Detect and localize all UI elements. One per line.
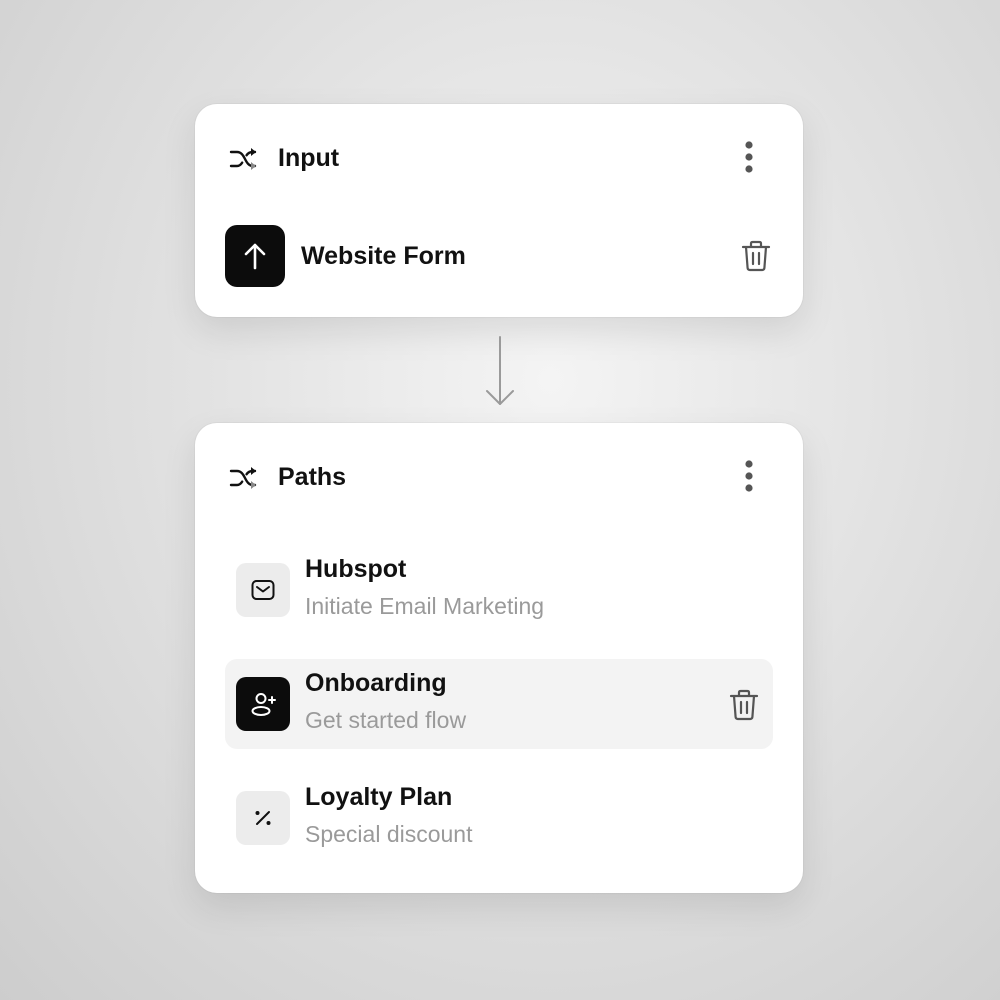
- input-card-title: Input: [278, 144, 340, 172]
- user-add-icon: [251, 693, 276, 716]
- arrow-up-icon: [244, 243, 266, 270]
- source-badge: [225, 225, 285, 287]
- more-options-icon[interactable]: [733, 139, 765, 175]
- shuffle-icon: [229, 148, 257, 170]
- shuffle-icon: [229, 467, 257, 489]
- source-label: Website Form: [301, 242, 466, 270]
- path-item-loyalty-plan[interactable]: Loyalty Plan Special discount: [225, 773, 773, 863]
- path-title: Onboarding: [305, 669, 447, 697]
- connector-arrow-icon: [486, 336, 514, 405]
- path-subtitle: Get started flow: [305, 707, 467, 733]
- path-icon-badge: [236, 677, 290, 731]
- path-icon-badge: [236, 791, 290, 845]
- paths-card: Paths Hubspot Initiate Email Marketing O…: [195, 423, 803, 893]
- trash-icon[interactable]: [727, 687, 761, 723]
- paths-card-header: Paths: [195, 423, 803, 527]
- path-item-onboarding[interactable]: Onboarding Get started flow: [225, 659, 773, 749]
- mail-icon: [251, 580, 275, 600]
- path-item-hubspot[interactable]: Hubspot Initiate Email Marketing: [225, 545, 773, 635]
- path-title: Loyalty Plan: [305, 783, 453, 811]
- percent-icon: [255, 811, 271, 825]
- paths-card-title: Paths: [278, 463, 347, 491]
- input-source-row[interactable]: Website Form: [225, 225, 773, 287]
- input-card: Input Website Form: [195, 104, 803, 317]
- more-options-icon[interactable]: [733, 458, 765, 494]
- path-icon-badge: [236, 563, 290, 617]
- trash-icon[interactable]: [739, 238, 773, 274]
- path-subtitle: Initiate Email Marketing: [305, 593, 545, 619]
- path-title: Hubspot: [305, 555, 407, 583]
- input-card-header: Input: [195, 104, 803, 208]
- path-subtitle: Special discount: [305, 821, 473, 847]
